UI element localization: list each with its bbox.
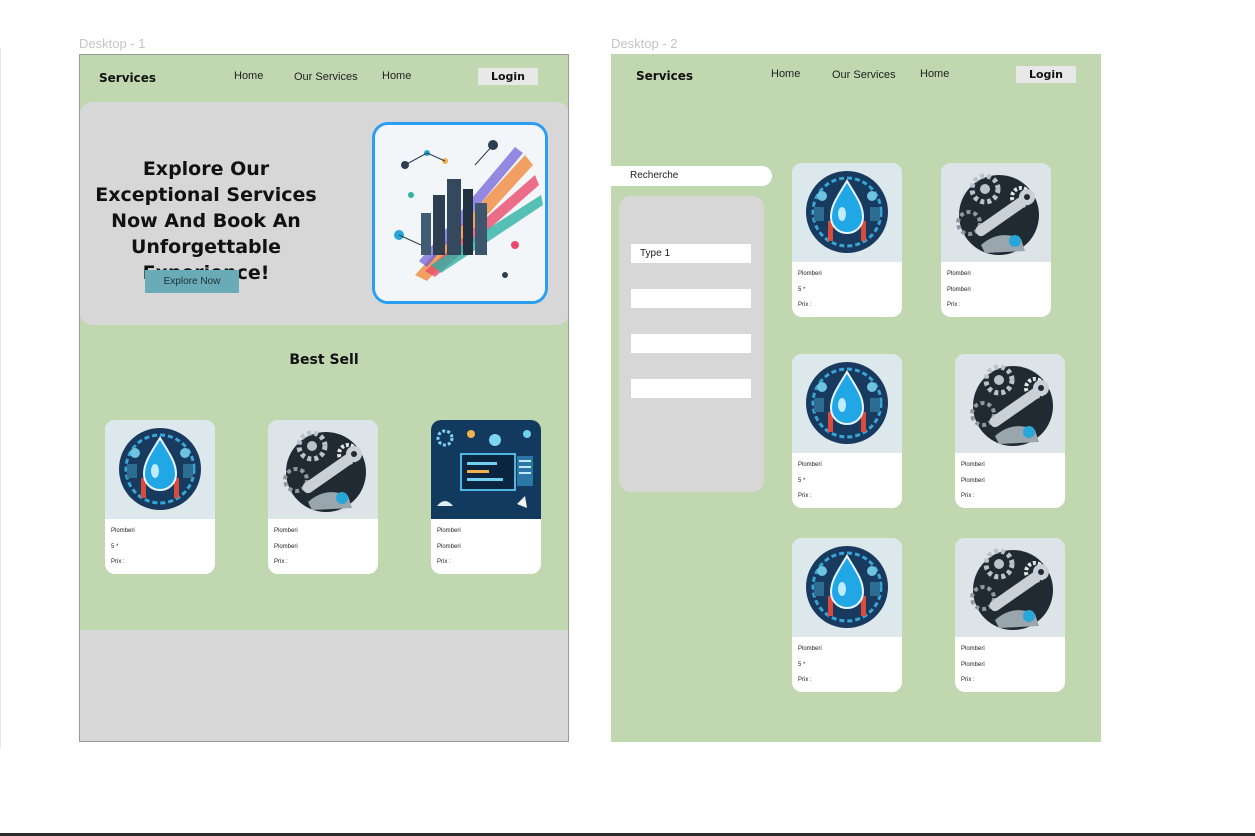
card-title: Plomberi [798,271,822,277]
brand-logo-text[interactable]: Services [636,69,693,83]
product-card[interactable]: Plomberi 5 * Prix : [792,538,902,692]
nav-link-home[interactable]: Home [234,70,263,82]
top-nav: Services Home Our Services Home Login [611,54,1101,98]
card-subtitle: Plomberi [961,478,985,484]
product-card[interactable]: Plomberi Plomberi Prix : [268,420,378,574]
brand-logo-text[interactable]: Services [99,71,156,85]
search-input[interactable]: Recherche [611,166,772,186]
product-card[interactable]: Plomberi Plomberi Prix : [955,538,1065,692]
hero-title: Explore Our Exceptional Services Now And… [95,158,317,284]
desktop-1-frame: Services Home Our Services Home Login Ex… [79,54,569,742]
card-price: Prix : [961,677,975,683]
card-rating: 5 * [111,544,119,550]
explore-now-button[interactable]: Explore Now [145,270,239,293]
card-rating: 5 * [798,478,806,484]
nav-link-home-2[interactable]: Home [920,68,949,80]
card-price: Prix : [798,493,812,499]
plumbing-water-drop-icon [792,538,902,637]
card-price: Prix : [274,559,288,565]
product-card[interactable]: Plomberi Plomberi Prix : [955,354,1065,508]
card-subtitle: Plomberi [961,662,985,668]
card-price: Prix : [947,302,961,308]
product-card[interactable]: Plomberi Plomberi Prix : [941,163,1051,317]
plumbing-water-drop-icon [792,163,902,262]
card-subtitle: Plomberi [947,287,971,293]
mechanic-gears-wrench-icon [941,163,1051,262]
footer [80,630,568,741]
card-title: Plomberi [111,528,135,534]
product-card[interactable]: Plomberi Plomberi Prix : [431,420,541,574]
card-title: Plomberi [961,646,985,652]
login-button[interactable]: Login [478,68,538,85]
card-price: Prix : [437,559,451,565]
best-sell-heading: Best Sell [289,352,359,368]
card-subtitle: Plomberi [274,544,298,550]
top-nav: Services Home Our Services Home Login [80,55,568,99]
card-title: Plomberi [798,646,822,652]
card-price: Prix : [961,493,975,499]
card-price: Prix : [798,302,812,308]
abstract-city-illustration [375,125,545,301]
nav-link-our-services[interactable]: Our Services [832,69,896,81]
mechanic-gears-wrench-icon [955,538,1065,637]
hero-image [372,122,548,304]
nav-link-home[interactable]: Home [771,68,800,80]
card-rating: 5 * [798,662,806,668]
card-title: Plomberi [947,271,971,277]
mechanic-gears-wrench-icon [268,420,378,519]
design-canvas: Desktop - 1 Desktop - 2 Services Home Ou… [0,0,1255,836]
product-card[interactable]: Plomberi 5 * Prix : [792,354,902,508]
canvas-edge [0,48,1,748]
card-title: Plomberi [961,462,985,468]
card-title: Plomberi [274,528,298,534]
nav-link-home-2[interactable]: Home [382,70,411,82]
product-card[interactable]: Plomberi 5 * Prix : [105,420,215,574]
tech-dashboard-icon [431,420,541,519]
frame-label-desktop-2[interactable]: Desktop - 2 [611,36,677,51]
filter-field-type[interactable]: Type 1 [631,244,751,263]
hero-banner: Explore Our Exceptional Services Now And… [80,102,568,325]
card-price: Prix : [798,677,812,683]
card-rating: 5 * [798,287,806,293]
plumbing-water-drop-icon [105,420,215,519]
filter-panel: Type 1 [619,196,764,492]
login-button[interactable]: Login [1016,66,1076,83]
filter-field[interactable] [631,379,751,398]
filter-field[interactable] [631,289,751,308]
desktop-2-frame: Services Home Our Services Home Login Re… [611,54,1101,742]
card-price: Prix : [111,559,125,565]
plumbing-water-drop-icon [792,354,902,453]
card-title: Plomberi [798,462,822,468]
frame-label-desktop-1[interactable]: Desktop - 1 [79,36,145,51]
filter-field[interactable] [631,334,751,353]
product-card[interactable]: Plomberi 5 * Prix : [792,163,902,317]
card-title: Plomberi [437,528,461,534]
mechanic-gears-wrench-icon [955,354,1065,453]
nav-link-our-services[interactable]: Our Services [294,71,358,83]
card-subtitle: Plomberi [437,544,461,550]
